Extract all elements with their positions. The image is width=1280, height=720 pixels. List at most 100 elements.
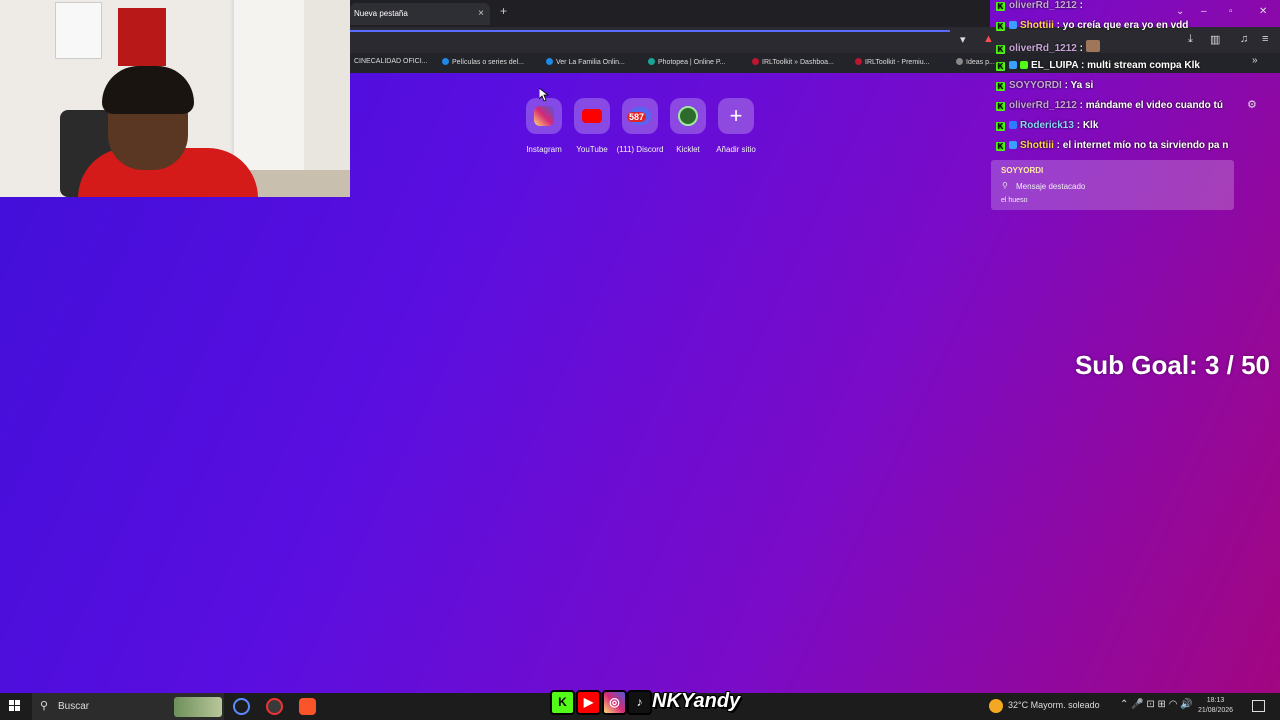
chat-message: KoliverRd_1212 : bbox=[996, 0, 1083, 11]
chat-message: K Shottiii : el internet mío no ta sirvie… bbox=[996, 140, 1228, 151]
clock-date: 21/08/2026 bbox=[1198, 707, 1234, 714]
webcam-feed bbox=[0, 0, 350, 197]
chat-separator: : bbox=[1079, 43, 1083, 54]
tab-new[interactable]: Nueva pestaña × bbox=[350, 3, 490, 25]
brave-icon[interactable] bbox=[299, 698, 316, 715]
chat-username: oliverRd_1212 bbox=[1009, 43, 1077, 54]
search-placeholder: Buscar bbox=[58, 701, 90, 712]
chat-message: KoliverRd_1212 : mándame el video cuando… bbox=[996, 100, 1223, 111]
shortcut-tile: 587 bbox=[622, 98, 658, 134]
tab-bar: Nueva pestaña × + bbox=[350, 0, 990, 27]
bookmark-favicon-icon bbox=[546, 58, 553, 65]
chat-message: KoliverRd_1212 : bbox=[996, 40, 1103, 54]
chat-separator: : bbox=[1056, 140, 1061, 151]
shortcut-tile bbox=[526, 98, 562, 134]
chat-username: SOYYORDI bbox=[1009, 80, 1062, 91]
youtube-logo-icon: ▶ bbox=[576, 690, 601, 715]
tab-search-icon[interactable]: ⌄ bbox=[1176, 6, 1184, 17]
trash-icon[interactable]: ▥ bbox=[1210, 33, 1220, 46]
bookmark-item[interactable]: Ver La Familia Onlin... bbox=[546, 58, 625, 66]
windows-start-icon[interactable] bbox=[9, 700, 21, 712]
verified-badge-icon bbox=[1020, 61, 1028, 69]
emote-icon bbox=[1085, 40, 1100, 52]
chat-text: multi stream compa Klk bbox=[1087, 60, 1200, 71]
chat-username: Shottiii bbox=[1020, 20, 1054, 31]
media-icon[interactable]: ♫ bbox=[1240, 33, 1248, 45]
mod-badge-icon bbox=[1009, 121, 1017, 129]
kicklet-icon bbox=[678, 106, 698, 126]
chat-text: el internet mío no ta sirviendo pa n bbox=[1062, 140, 1229, 151]
chat-message: K Shottiii : yo creía que era yo en vdd bbox=[996, 20, 1188, 31]
notifications-icon[interactable] bbox=[1252, 700, 1265, 712]
bookmark-item[interactable]: CINECALIDAD OFICI... bbox=[354, 58, 428, 65]
bookmark-favicon-icon bbox=[752, 58, 759, 65]
door bbox=[232, 0, 304, 175]
maximize-icon[interactable]: ▫ bbox=[1229, 6, 1233, 17]
close-tab-icon[interactable]: × bbox=[478, 3, 484, 25]
tab-title: Nueva pestaña bbox=[354, 9, 408, 18]
kick-badge-icon: K bbox=[996, 22, 1005, 31]
tiktok-logo-icon: ♪ bbox=[627, 690, 652, 715]
close-window-icon[interactable]: ✕ bbox=[1259, 6, 1267, 17]
bookmark-favicon-icon bbox=[442, 58, 449, 65]
weather-icon bbox=[989, 699, 1003, 713]
chat-separator: : bbox=[1076, 120, 1081, 131]
menu-icon[interactable]: ≡ bbox=[1262, 33, 1268, 45]
bookmark-favicon-icon bbox=[648, 58, 655, 65]
download-icon[interactable]: ⤓ bbox=[1188, 33, 1193, 46]
sub-badge-icon bbox=[1009, 61, 1017, 69]
address-bar[interactable]: ▾ ▲ ⤓ ▥ ♫ ≡ bbox=[350, 27, 1280, 54]
bookmark-item[interactable]: Photopea | Online P... bbox=[648, 58, 725, 66]
customize-gear-icon[interactable]: ⚙ bbox=[1247, 98, 1257, 111]
bookmark-item[interactable]: Películas o series del... bbox=[442, 58, 524, 66]
pinned-title: Mensaje destacado bbox=[1016, 182, 1086, 191]
bookmark-item[interactable]: IRLToolkit » Dashboa... bbox=[752, 58, 834, 66]
weather-text[interactable]: 32°C Mayorm. soleado bbox=[1008, 700, 1100, 710]
chat-text: Ya si bbox=[1070, 80, 1094, 91]
bookmark-item[interactable]: IRLToolkit - Premiu... bbox=[855, 58, 929, 66]
chat-text: mándame el video cuando tú bbox=[1085, 100, 1223, 111]
sub-badge-icon bbox=[1009, 21, 1017, 29]
pin-icon: ⚲ bbox=[1002, 181, 1008, 190]
clock[interactable]: 18:13 21/08/2026 bbox=[1198, 696, 1233, 716]
bookmarks-overflow-button[interactable]: » bbox=[1252, 55, 1258, 66]
pinned-body: el hueso bbox=[1001, 197, 1028, 204]
chat-text: yo creía que era yo en vdd bbox=[1062, 20, 1189, 31]
mouse-cursor-icon bbox=[539, 88, 549, 102]
obs-icon[interactable] bbox=[266, 698, 283, 715]
shortcut-tile: + bbox=[718, 98, 754, 134]
search-highlight-image bbox=[174, 697, 222, 717]
chat-separator: : bbox=[1081, 60, 1085, 71]
brand-name: NKYandy bbox=[652, 690, 741, 712]
instagram-logo-icon: ◎ bbox=[602, 690, 627, 715]
bookmark-item[interactable]: Ideas p... bbox=[956, 58, 995, 66]
youtube-icon bbox=[582, 109, 602, 123]
shortcut-tile bbox=[670, 98, 706, 134]
shortcut-add-site[interactable]: + Añadir sitio bbox=[712, 98, 760, 154]
chat-separator: : bbox=[1064, 80, 1068, 91]
kick-badge-icon: K bbox=[996, 82, 1005, 91]
taskbar-search[interactable]: ⚲ Buscar bbox=[32, 693, 224, 720]
new-tab-button[interactable]: + bbox=[500, 4, 507, 18]
bookmark-favicon-icon bbox=[956, 58, 963, 65]
kick-badge-icon: K bbox=[996, 122, 1005, 131]
chat-username: oliverRd_1212 bbox=[1009, 0, 1077, 11]
cortana-icon[interactable] bbox=[233, 698, 250, 715]
shortcut-label: Añadir sitio bbox=[716, 145, 756, 154]
chat-message: K SOYYORDI : Ya si bbox=[996, 80, 1093, 91]
system-tray-icons[interactable]: ⌃ 🎤 ⊡ ⊞ ◠ 🔊 bbox=[1120, 699, 1193, 710]
kick-badge-icon: K bbox=[996, 2, 1005, 11]
person-hair bbox=[102, 66, 194, 114]
taskbar: ⚲ Buscar K ▶ ◎ ♪ NKYandy 32°C Mayorm. so… bbox=[0, 690, 1280, 720]
brave-shield-icon[interactable]: ▾ bbox=[960, 33, 966, 46]
chat-separator: : bbox=[1079, 0, 1083, 11]
minimize-icon[interactable]: – bbox=[1201, 6, 1207, 17]
chat-username: Roderick13 bbox=[1020, 120, 1074, 131]
search-icon: ⚲ bbox=[40, 700, 49, 712]
poster-sketch bbox=[55, 2, 102, 59]
chat-username: oliverRd_1212 bbox=[1009, 100, 1077, 111]
discord-badge: 587 bbox=[627, 112, 647, 122]
brave-rewards-icon[interactable]: ▲ bbox=[983, 33, 994, 45]
chat-text: Klk bbox=[1082, 120, 1099, 131]
chat-message: K Roderick13 : Klk bbox=[996, 120, 1098, 131]
